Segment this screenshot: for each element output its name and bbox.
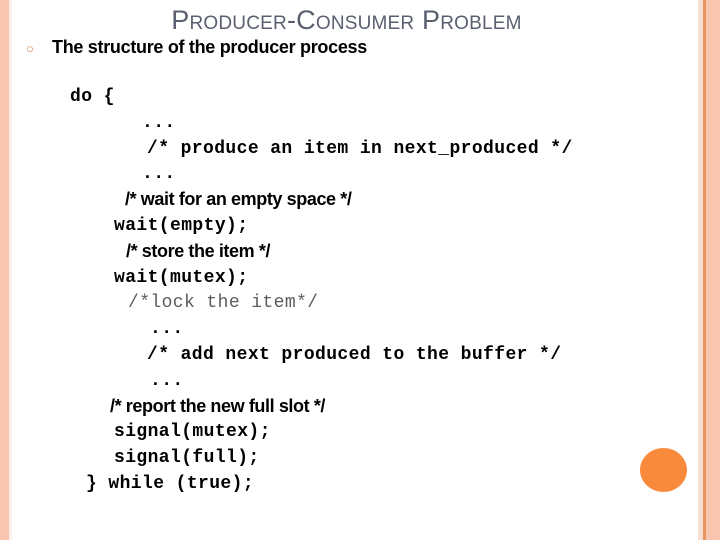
orange-circle-decoration xyxy=(640,448,687,492)
code-line-text: wait(empty); xyxy=(114,215,249,236)
code-line: /* wait for an empty space */ xyxy=(70,187,670,213)
code-line: /*lock the item*/ xyxy=(70,290,670,316)
left-border-inner-stripe xyxy=(9,0,12,540)
code-line: ... xyxy=(70,316,670,342)
code-line: /* add next produced to the buffer */ xyxy=(70,342,670,368)
code-line-text: } while (true); xyxy=(86,473,255,494)
code-line-text: /* add next produced to the buffer */ xyxy=(147,344,562,365)
left-border-stripe xyxy=(0,0,9,540)
slide-title: Producer-Consumer Problem xyxy=(171,5,522,35)
bullet-item-label: The structure of the producer process xyxy=(52,37,367,57)
code-line: ... xyxy=(70,110,670,136)
code-line-text: ... xyxy=(150,319,184,340)
code-line-text: ... xyxy=(142,164,176,185)
code-line-text: /* report the new full slot */ xyxy=(110,395,326,416)
code-block: do {... /* produce an item in next_produc… xyxy=(70,84,670,497)
code-line-text: ... xyxy=(142,112,176,133)
code-line: ... xyxy=(70,161,670,187)
code-line-text: /*lock the item*/ xyxy=(128,293,319,314)
bullet-circle-icon: ○ xyxy=(26,41,34,56)
code-line: do { xyxy=(70,84,670,110)
code-line-text: /* produce an item in next_produced */ xyxy=(147,138,573,159)
code-line: signal(full); xyxy=(70,445,670,471)
code-line: signal(mutex); xyxy=(70,419,670,445)
code-line: } while (true); xyxy=(70,471,670,497)
code-line: /* produce an item in next_produced */ xyxy=(70,136,670,162)
code-line-text: wait(mutex); xyxy=(114,267,249,288)
slide: Producer-Consumer Problem ○ The structur… xyxy=(0,0,720,540)
code-line-text: signal(mutex); xyxy=(114,422,271,443)
code-line-text: ... xyxy=(150,370,184,391)
code-line: wait(empty); xyxy=(70,213,670,239)
code-line-text: /* wait for an empty space */ xyxy=(125,189,352,210)
code-line: /* store the item */ xyxy=(70,239,670,265)
bullet-item: ○ The structure of the producer process xyxy=(26,36,367,60)
right-border-stripe xyxy=(706,0,720,540)
code-line: /* report the new full slot */ xyxy=(70,394,670,420)
code-line-text: signal(full); xyxy=(114,448,260,469)
code-line: wait(mutex); xyxy=(70,265,670,291)
code-line-text: do { xyxy=(70,87,115,107)
code-line: ... xyxy=(70,368,670,394)
code-line-text: /* store the item */ xyxy=(126,240,271,261)
